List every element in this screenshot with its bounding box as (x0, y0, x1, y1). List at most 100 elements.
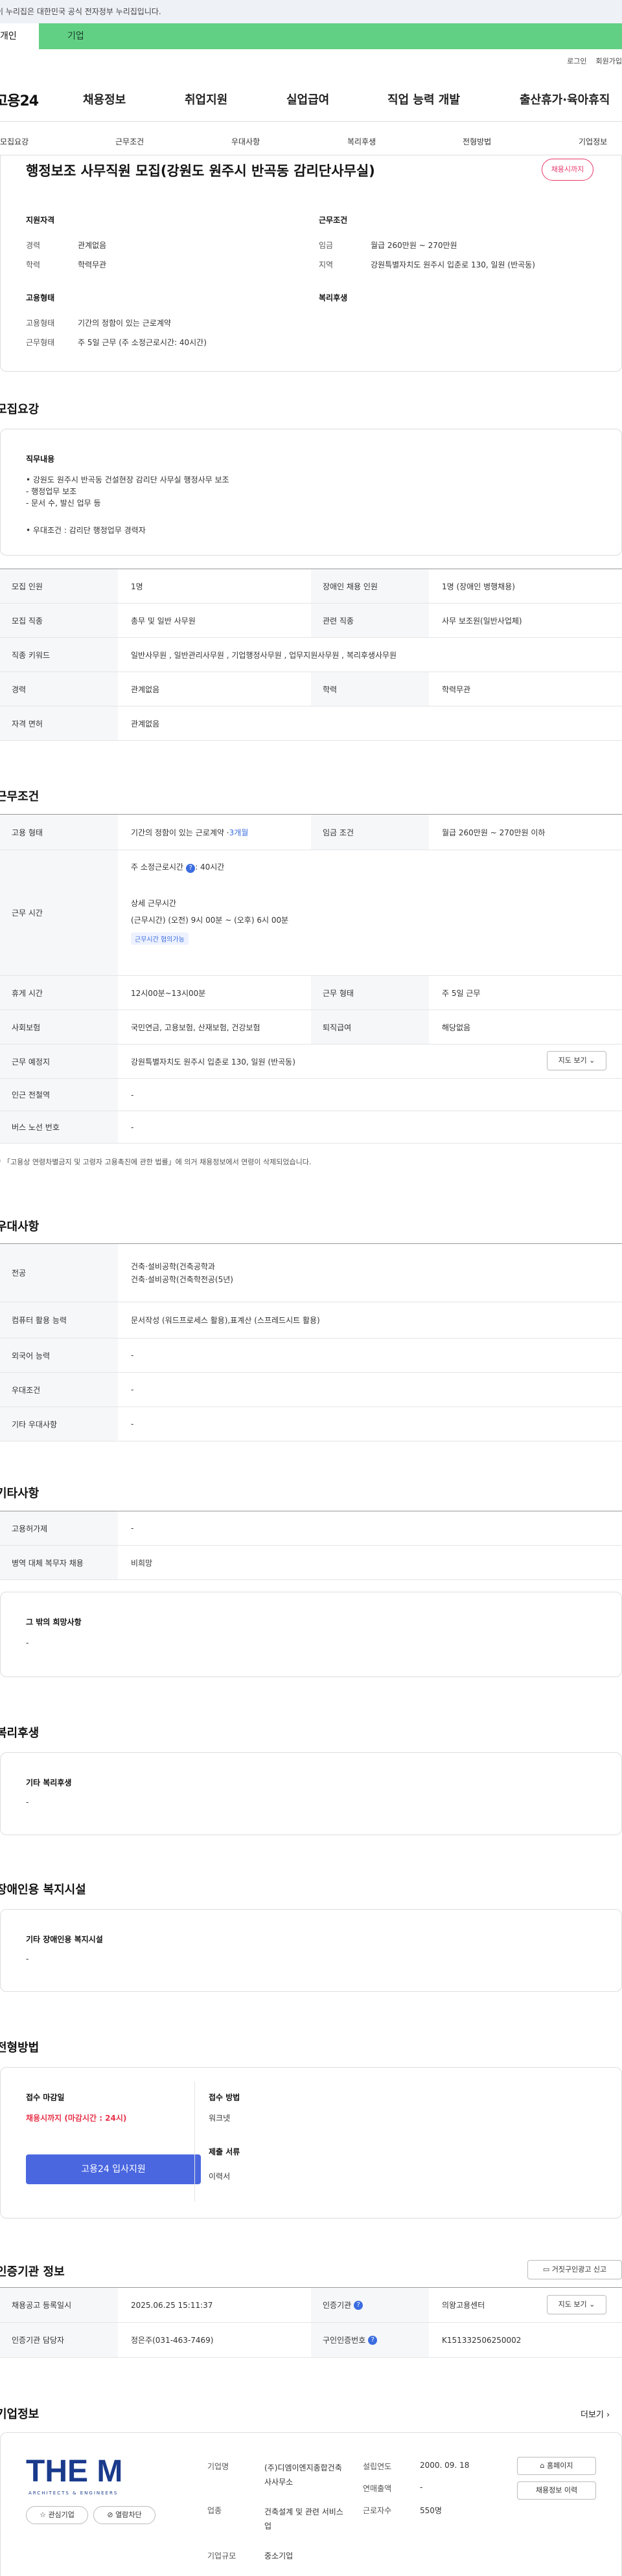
false-ad-report-button[interactable]: ▭ 거짓구인광고 신고 (527, 2260, 622, 2279)
site-logo[interactable]: 고용24 (0, 89, 39, 110)
row-label: 모집 인원 (0, 569, 118, 603)
homepage-button[interactable]: ⌂ 홈페이지 (517, 2457, 596, 2475)
qual-label: 학력 (26, 260, 41, 269)
row-value: - (131, 1122, 134, 1132)
help-icon[interactable]: ? (186, 864, 196, 873)
row-label: 학력 (311, 672, 429, 706)
row-label: 외국어 능력 (0, 1339, 118, 1372)
row-value: 기간의 정함이 있는 근로계약 · 3개월 (118, 815, 248, 850)
favorite-company-button[interactable]: ☆ 관심기업 (26, 2506, 88, 2524)
user-type-tabs: 개인 기업 (0, 23, 622, 49)
login-link[interactable]: 로그인 (567, 57, 586, 65)
row-label: 채용공고 등록일시 (0, 2288, 118, 2322)
document-icon: ▭ (542, 2265, 550, 2274)
major-line: 건축·설비공학(건축공학과 (131, 1261, 215, 1271)
table-row: 직종 키워드 일반사무원 , 일반관리사무원 , 기업행정사무원 , 업무지원사… (0, 638, 622, 672)
hours-negotiable-chip: 근무시간 협의가능 (131, 932, 189, 945)
cond-value: 강원특별자치도 원주시 입춘로 130, 일원 (반곡동) (371, 260, 535, 269)
company-name-label: 기업명 (207, 2462, 229, 2471)
disabled-section-title: 장애인용 복지시설 (0, 1883, 86, 1897)
row-label: 우대조건 (0, 1373, 118, 1407)
row-value: 총무 및 일반 사무원 (131, 616, 196, 626)
row-label: 구인인증번호? (311, 2323, 429, 2357)
tab-personal[interactable]: 개인 (0, 23, 39, 49)
table-row: 사회보험 국민연금, 고용보험, 산재보험, 건강보험 퇴직급여 해당없음 (0, 1010, 622, 1045)
help-icon[interactable]: ? (354, 2300, 363, 2310)
duty-line: • 강원도 원주시 반곡동 건설현장 감리단 사무실 행정사무 보조 (26, 475, 229, 484)
founded-value: 2000. 09. 18 (420, 2461, 470, 2470)
block-company-button[interactable]: ⊘ 열람차단 (93, 2506, 156, 2524)
tab-welfare[interactable]: 복리후생 (347, 136, 376, 147)
tab-process[interactable]: 전형방법 (463, 136, 491, 147)
table-row: 전공 건축·설비공학(건축공학과건축·설비공학(건축학전공(5년) (0, 1244, 622, 1302)
logo-text: THE M (26, 2454, 122, 2488)
tab-company[interactable]: 기업정보 (579, 136, 607, 147)
tab-company[interactable]: 기업 (39, 23, 622, 49)
row-value: 건축·설비공학(건축공학과건축·설비공학(건축학전공(5년) (118, 1244, 233, 1302)
sales-label: 연매출액 (363, 2484, 392, 2493)
org-label: 인증기관 (323, 2301, 352, 2310)
cert-number-label: 구인인증번호 (323, 2336, 366, 2345)
work-table: 고용 형태 기간의 정함이 있는 근로계약 · 3개월 임금 조건 월급 260… (0, 814, 622, 1144)
block-icon: ⊘ (107, 2511, 113, 2519)
signup-link[interactable]: 회원가입 (596, 57, 622, 65)
emp-value: 기간의 정함이 있는 근로계약 (78, 319, 171, 328)
row-label: 근무 형태 (311, 976, 429, 1010)
row-value: - (131, 1385, 134, 1394)
agency-map-button[interactable]: 지도 보기 ⌄ (547, 2295, 606, 2314)
help-icon[interactable]: ? (368, 2335, 378, 2345)
home-icon: ⌂ (540, 2461, 545, 2470)
table-row: 외국어 능력 - (0, 1339, 622, 1373)
tab-recruit[interactable]: 모집요강 (0, 136, 29, 147)
section-tabs: 모집요강 근무조건 우대사항 복리후생 전형방법 기업정보 (0, 127, 622, 155)
row-label: 임금 조건 (311, 815, 429, 850)
row-value: 주 5일 근무 (442, 988, 481, 998)
row-label: 사회보험 (0, 1010, 118, 1044)
table-row: 고용허가제 - (0, 1511, 622, 1546)
industry-value: 건축설계 및 관련 서비스업 (264, 2507, 343, 2531)
nav-unemployment-benefit[interactable]: 실업급여 (286, 91, 329, 107)
weekly-hours-value: : 40시간 (195, 863, 225, 872)
duty-line: - 행정업무 보조 (26, 487, 77, 496)
qual-label: 경력 (26, 241, 41, 250)
table-row: 버스 노선 번호 - (0, 1111, 622, 1144)
row-label: 근무 예정지 (0, 1045, 118, 1078)
tab-preferences[interactable]: 우대사항 (231, 136, 260, 147)
row-value: 1명 (131, 582, 143, 591)
nav-parental-leave[interactable]: 출산휴가·육아휴직 (520, 91, 610, 107)
qual-value: 학력무관 (78, 260, 107, 269)
nav-employment-support[interactable]: 취업지원 (185, 91, 227, 107)
row-label: 인증기관? (311, 2288, 429, 2322)
process-divider (194, 2081, 195, 2202)
row-value: - (131, 1090, 134, 1100)
company-name-value: (주)디엠이엔지종합건축사사무소 (264, 2463, 342, 2487)
table-row: 인증기관 담당자 정은주(031-463-7469) 구인인증번호? K1513… (0, 2323, 622, 2358)
pref-section-title: 우대사항 (0, 1220, 40, 1234)
nav-job-info[interactable]: 채용정보 (83, 91, 126, 107)
hours-detail: (근무시간) (오전) 9시 00분 ~ (오후) 6시 00분 (131, 916, 289, 925)
company-more-link[interactable]: 더보기 › (581, 2408, 610, 2420)
apply-button[interactable]: 고용24 입사지원 (26, 2154, 201, 2184)
tab-work-conditions[interactable]: 근무조건 (115, 136, 144, 147)
row-label: 휴게 시간 (0, 976, 118, 1010)
row-value: 관계없음 (131, 684, 160, 694)
row-value: 일반사무원 , 일반관리사무원 , 기업행정사무원 , 업무지원사무원 , 복리… (131, 650, 397, 660)
chevron-right-icon: › (606, 2410, 610, 2420)
row-label: 장애인 채용 인원 (311, 569, 429, 603)
disabled-box (0, 1909, 622, 1992)
row-label: 직종 키워드 (0, 638, 118, 672)
nav-vocational-training[interactable]: 직업 능력 개발 (387, 91, 460, 107)
job-history-button[interactable]: 채용정보 이력 (517, 2481, 596, 2500)
qual-heading: 지원자격 (26, 216, 55, 225)
map-view-button[interactable]: 지도 보기 ⌄ (547, 1051, 606, 1070)
major-line: 건축·설비공학(건축학전공(5년) (131, 1274, 233, 1284)
table-row: 우대조건 - (0, 1373, 622, 1407)
table-row: 병역 대체 복무자 채용 비희망 (0, 1546, 622, 1580)
company-size-label: 기업규모 (207, 2551, 236, 2560)
etc-wish-heading: 그 밖의 희망사항 (26, 1618, 82, 1627)
row-label: 관련 직종 (311, 604, 429, 637)
welfare-box-heading: 기타 복리후생 (26, 1778, 72, 1787)
more-label: 더보기 (581, 2410, 604, 2420)
row-label: 전공 (0, 1244, 118, 1302)
table-row: 고용 형태 기간의 정함이 있는 근로계약 · 3개월 임금 조건 월급 260… (0, 815, 622, 850)
